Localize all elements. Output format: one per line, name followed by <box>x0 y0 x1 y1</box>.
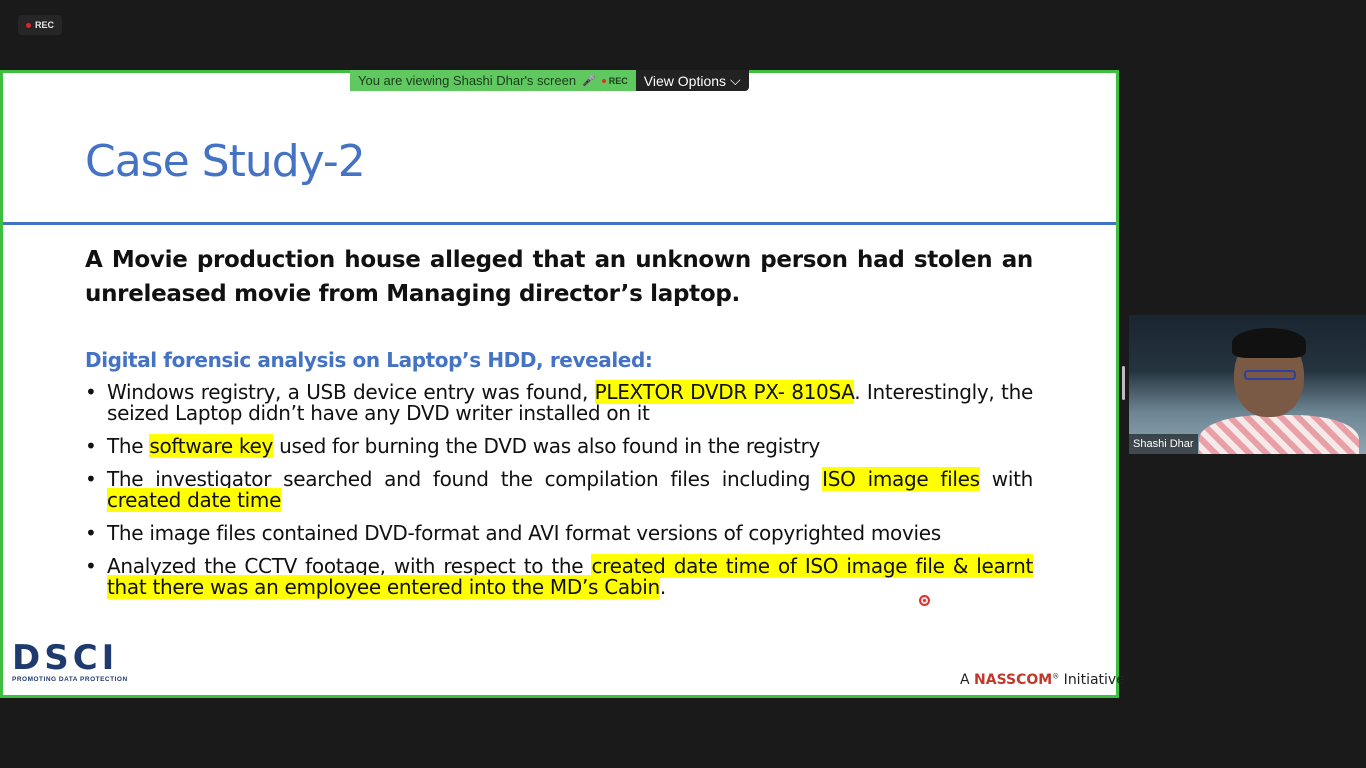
slide-intro: A Movie production house alleged that an… <box>85 247 1033 307</box>
initiative-prefix: A <box>960 672 975 688</box>
muted-mic-icon: 🎤 <box>582 75 596 87</box>
screen-share-bar: You are viewing Shashi Dhar's screen 🎤 R… <box>350 70 749 91</box>
list-item: Analyzed the CCTV footage, with respect … <box>85 554 1033 599</box>
list-item: The software key used for burning the DV… <box>85 434 1033 458</box>
bullet-text: with <box>979 467 1034 491</box>
list-item: The investigator searched and found the … <box>85 467 1034 512</box>
panel-resize-handle[interactable] <box>1122 366 1125 400</box>
view-options-button[interactable]: View Options ⌵ <box>635 70 749 91</box>
initiative-suffix: Initiative <box>1059 672 1125 688</box>
nasscom-initiative: A NASSCOM® Initiative <box>960 672 1125 688</box>
laser-pointer-icon <box>919 595 930 606</box>
highlighted-text: software key <box>149 434 274 458</box>
findings-list: Windows registry, a USB device entry was… <box>85 380 1034 610</box>
logo-mark: DSCI <box>12 638 119 678</box>
recording-label: REC <box>34 20 54 30</box>
participant-hair <box>1232 328 1306 358</box>
slide-subheading: Digital forensic analysis on Laptop’s HD… <box>85 348 653 372</box>
bullet-text: The image files contained DVD-format and… <box>107 521 941 545</box>
recording-badge: REC <box>18 15 62 35</box>
chevron-down-icon: ⌵ <box>730 72 741 88</box>
slide-title: Case Study-2 <box>85 136 366 187</box>
view-options-label: View Options <box>643 72 727 89</box>
bullet-text: used for burning the DVD was also found … <box>273 434 821 458</box>
list-item: The image files contained DVD-format and… <box>85 521 1033 545</box>
bullet-text: . <box>659 575 666 599</box>
participant-shirt <box>1199 415 1359 454</box>
record-dot-icon <box>601 78 606 83</box>
bullet-text: The <box>107 434 150 458</box>
viewing-text: You are viewing Shashi Dhar's screen <box>358 73 577 88</box>
logo-tagline: PROMOTING DATA PROTECTION <box>12 676 128 683</box>
record-dot-icon <box>25 22 31 28</box>
participant-video-tile[interactable]: Shashi Dhar <box>1129 315 1366 454</box>
viewing-indicator: You are viewing Shashi Dhar's screen 🎤 R… <box>350 70 636 91</box>
participant-glasses <box>1244 370 1296 380</box>
share-recording-indicator: REC <box>601 75 628 86</box>
list-item: Windows registry, a USB device entry was… <box>85 380 1033 424</box>
participant-name: Shashi Dhar <box>1129 434 1198 454</box>
share-rec-label: REC <box>608 75 628 86</box>
highlighted-text: ISO image files <box>822 467 980 491</box>
highlighted-text: created date time <box>107 488 282 512</box>
initiative-brand: NASSCOM <box>974 672 1053 688</box>
dsci-logo: DSCI PROMOTING DATA PROTECTION <box>12 640 152 690</box>
title-divider <box>3 222 1116 225</box>
